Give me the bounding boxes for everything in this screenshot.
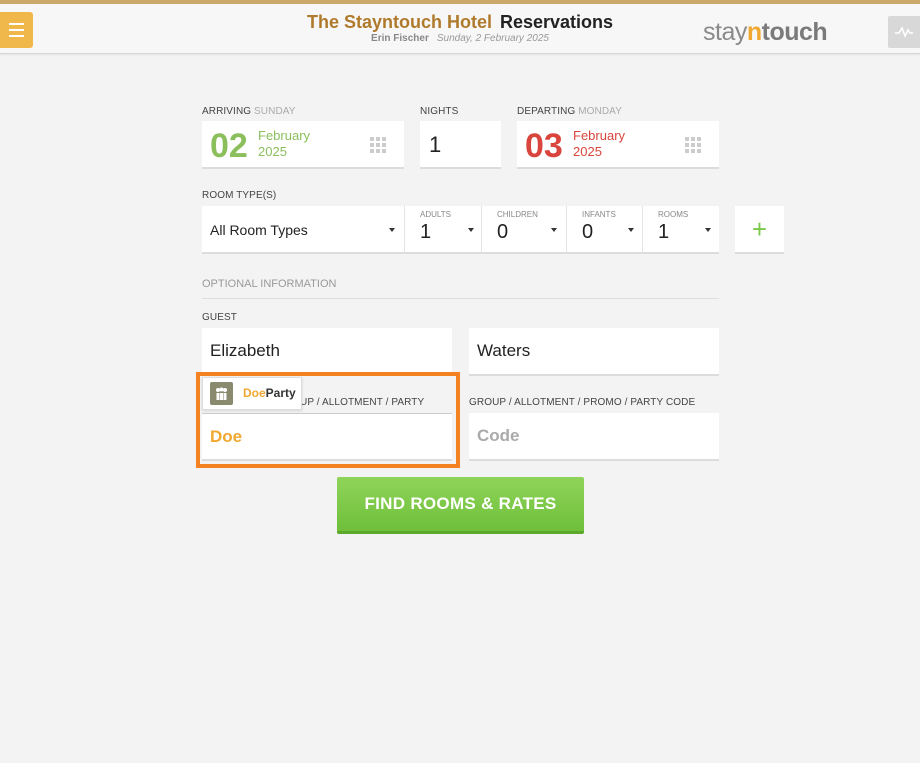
stayntouch-logo: stayntouch bbox=[703, 18, 828, 46]
dropdown-caret-icon bbox=[389, 228, 395, 232]
rooms-select[interactable]: ROOMS 1 bbox=[642, 206, 719, 254]
dropdown-caret-icon bbox=[628, 228, 634, 232]
arriving-label: ARRIVING SUNDAY bbox=[202, 106, 296, 117]
departure-day: 03 bbox=[525, 127, 563, 165]
group-code-label: GROUP / ALLOTMENT / PROMO / PARTY CODE bbox=[469, 397, 696, 408]
optional-info-title: OPTIONAL INFORMATION bbox=[202, 278, 337, 290]
calendar-grid-icon bbox=[685, 137, 701, 153]
business-date: Sunday, 2 February 2025 bbox=[436, 33, 549, 44]
top-bar: The Stayntouch Hotel Reservations Erin Fi… bbox=[0, 0, 920, 54]
activity-chart-icon bbox=[895, 26, 913, 38]
nights-input[interactable]: 1 bbox=[420, 121, 501, 169]
nights-label: NIGHTS bbox=[420, 106, 459, 117]
arrival-day: 02 bbox=[210, 127, 248, 165]
adults-select[interactable]: ADULTS 1 bbox=[404, 206, 481, 254]
guest-label: GUEST bbox=[202, 312, 237, 323]
activity-chart-button[interactable] bbox=[888, 16, 920, 48]
room-type-select[interactable]: All Room Types bbox=[202, 206, 404, 254]
nights-value: 1 bbox=[429, 132, 442, 157]
children-select[interactable]: CHILDREN 0 bbox=[481, 206, 566, 254]
add-room-type-button[interactable]: + bbox=[735, 206, 784, 254]
group-code-input[interactable]: Code bbox=[469, 413, 719, 461]
arrival-month-year: February 2025 bbox=[258, 128, 311, 159]
section-divider bbox=[202, 298, 719, 299]
departure-month-year: February 2025 bbox=[573, 128, 626, 159]
calendar-grid-icon bbox=[370, 137, 386, 153]
focus-highlight-box bbox=[196, 372, 460, 468]
departing-label: DEPARTING MONDAY bbox=[517, 106, 622, 117]
departure-date-picker[interactable]: 03 February 2025 bbox=[517, 121, 719, 169]
infants-select[interactable]: INFANTS 0 bbox=[566, 206, 642, 254]
room-type-label: ROOM TYPE(S) bbox=[202, 190, 277, 201]
user-name: Erin Fischer bbox=[371, 33, 429, 44]
dropdown-caret-icon bbox=[468, 228, 474, 232]
arrival-date-picker[interactable]: 02 February 2025 bbox=[202, 121, 404, 169]
guest-last-name-input[interactable]: Waters bbox=[469, 328, 719, 376]
find-rooms-rates-button[interactable]: FIND ROOMS & RATES bbox=[337, 477, 584, 534]
room-selection-row: All Room Types ADULTS 1 CHILDREN 0 INFAN… bbox=[202, 206, 719, 254]
dropdown-caret-icon bbox=[705, 228, 711, 232]
plus-icon: + bbox=[751, 214, 768, 244]
hotel-name: The Stayntouch Hotel bbox=[306, 12, 492, 32]
dropdown-caret-icon bbox=[551, 228, 557, 232]
section-title: Reservations bbox=[499, 12, 614, 32]
guest-first-name-input[interactable]: Elizabeth bbox=[202, 328, 452, 376]
